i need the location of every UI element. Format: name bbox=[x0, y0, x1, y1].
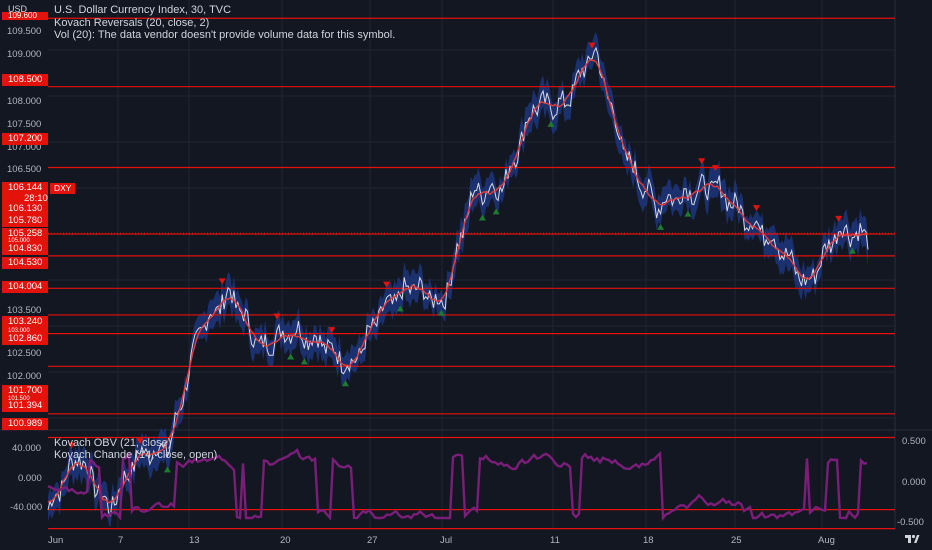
oscillator-right-tick: 0.000 bbox=[902, 477, 926, 488]
reversal-markers bbox=[67, 42, 856, 473]
price-tick: 102.000 bbox=[7, 371, 42, 382]
horizontal-levels bbox=[48, 17, 895, 530]
current-price-box: 106.144 28:10 bbox=[2, 182, 48, 204]
oscillator-label-chande[interactable]: Kovach Chande (14, close, open) bbox=[54, 449, 217, 462]
time-tick: 11 bbox=[550, 535, 560, 546]
symbol-tag: DXY bbox=[50, 183, 76, 194]
time-tick: Aug bbox=[818, 535, 835, 546]
level-label: 106.130 bbox=[2, 203, 48, 215]
level-label: 108.500 bbox=[2, 74, 48, 86]
level-label: 101.394 bbox=[2, 400, 48, 412]
oscillator-tick: -40.000 bbox=[10, 502, 43, 513]
time-tick: 13 bbox=[189, 535, 200, 546]
level-label: 107.200 bbox=[2, 133, 48, 145]
level-label: 105.780 bbox=[2, 215, 48, 227]
buy-marker bbox=[163, 466, 171, 473]
price-tick: 107.500 bbox=[7, 119, 42, 130]
level-label: 104.004 bbox=[2, 281, 48, 293]
chart-canvas[interactable] bbox=[0, 0, 932, 550]
level-label: 102.860 bbox=[2, 333, 48, 345]
time-tick: Jul bbox=[440, 535, 453, 546]
sell-marker bbox=[218, 278, 226, 285]
price-tick: 108.000 bbox=[7, 96, 42, 107]
time-tick: 20 bbox=[280, 535, 291, 546]
price-tick: 106.500 bbox=[7, 164, 42, 175]
oscillator-right-tick: 0.500 bbox=[902, 436, 926, 447]
time-tick: 27 bbox=[367, 535, 378, 546]
tradingview-logo-icon[interactable] bbox=[904, 533, 920, 545]
current-price: 106.144 bbox=[8, 182, 43, 193]
time-tick: Jun bbox=[48, 535, 64, 546]
indicator-label-volume[interactable]: Vol (20): The data vendor doesn't provid… bbox=[54, 29, 395, 42]
price-tick: 103.500 bbox=[7, 305, 42, 316]
time-tick: 25 bbox=[731, 535, 742, 546]
level-label: 103.240 bbox=[2, 316, 48, 328]
oscillator-right-tick: -0.500 bbox=[897, 517, 924, 528]
level-label: 109.600 bbox=[2, 12, 48, 20]
time-tick: 18 bbox=[643, 535, 654, 546]
sell-marker bbox=[752, 205, 760, 212]
oscillator-tick: 0.000 bbox=[18, 473, 42, 484]
buy-marker bbox=[478, 214, 486, 221]
buy-marker bbox=[287, 353, 295, 360]
chart-title[interactable]: U.S. Dollar Currency Index, 30, TVC bbox=[54, 4, 231, 17]
time-tick: 7 bbox=[118, 535, 124, 546]
buy-marker bbox=[300, 358, 308, 365]
oscillator-tick: 40.000 bbox=[12, 443, 42, 454]
level-label: 104.530 bbox=[2, 257, 48, 269]
buy-marker bbox=[657, 223, 665, 230]
price-tick: 109.000 bbox=[7, 49, 42, 60]
sell-marker bbox=[698, 158, 706, 165]
price-tick: 109.500 bbox=[7, 26, 42, 37]
level-label: 104.830 bbox=[2, 243, 48, 255]
level-label: 100.989 bbox=[2, 418, 48, 430]
buy-marker bbox=[684, 210, 692, 217]
price-tick: 102.500 bbox=[7, 348, 42, 359]
